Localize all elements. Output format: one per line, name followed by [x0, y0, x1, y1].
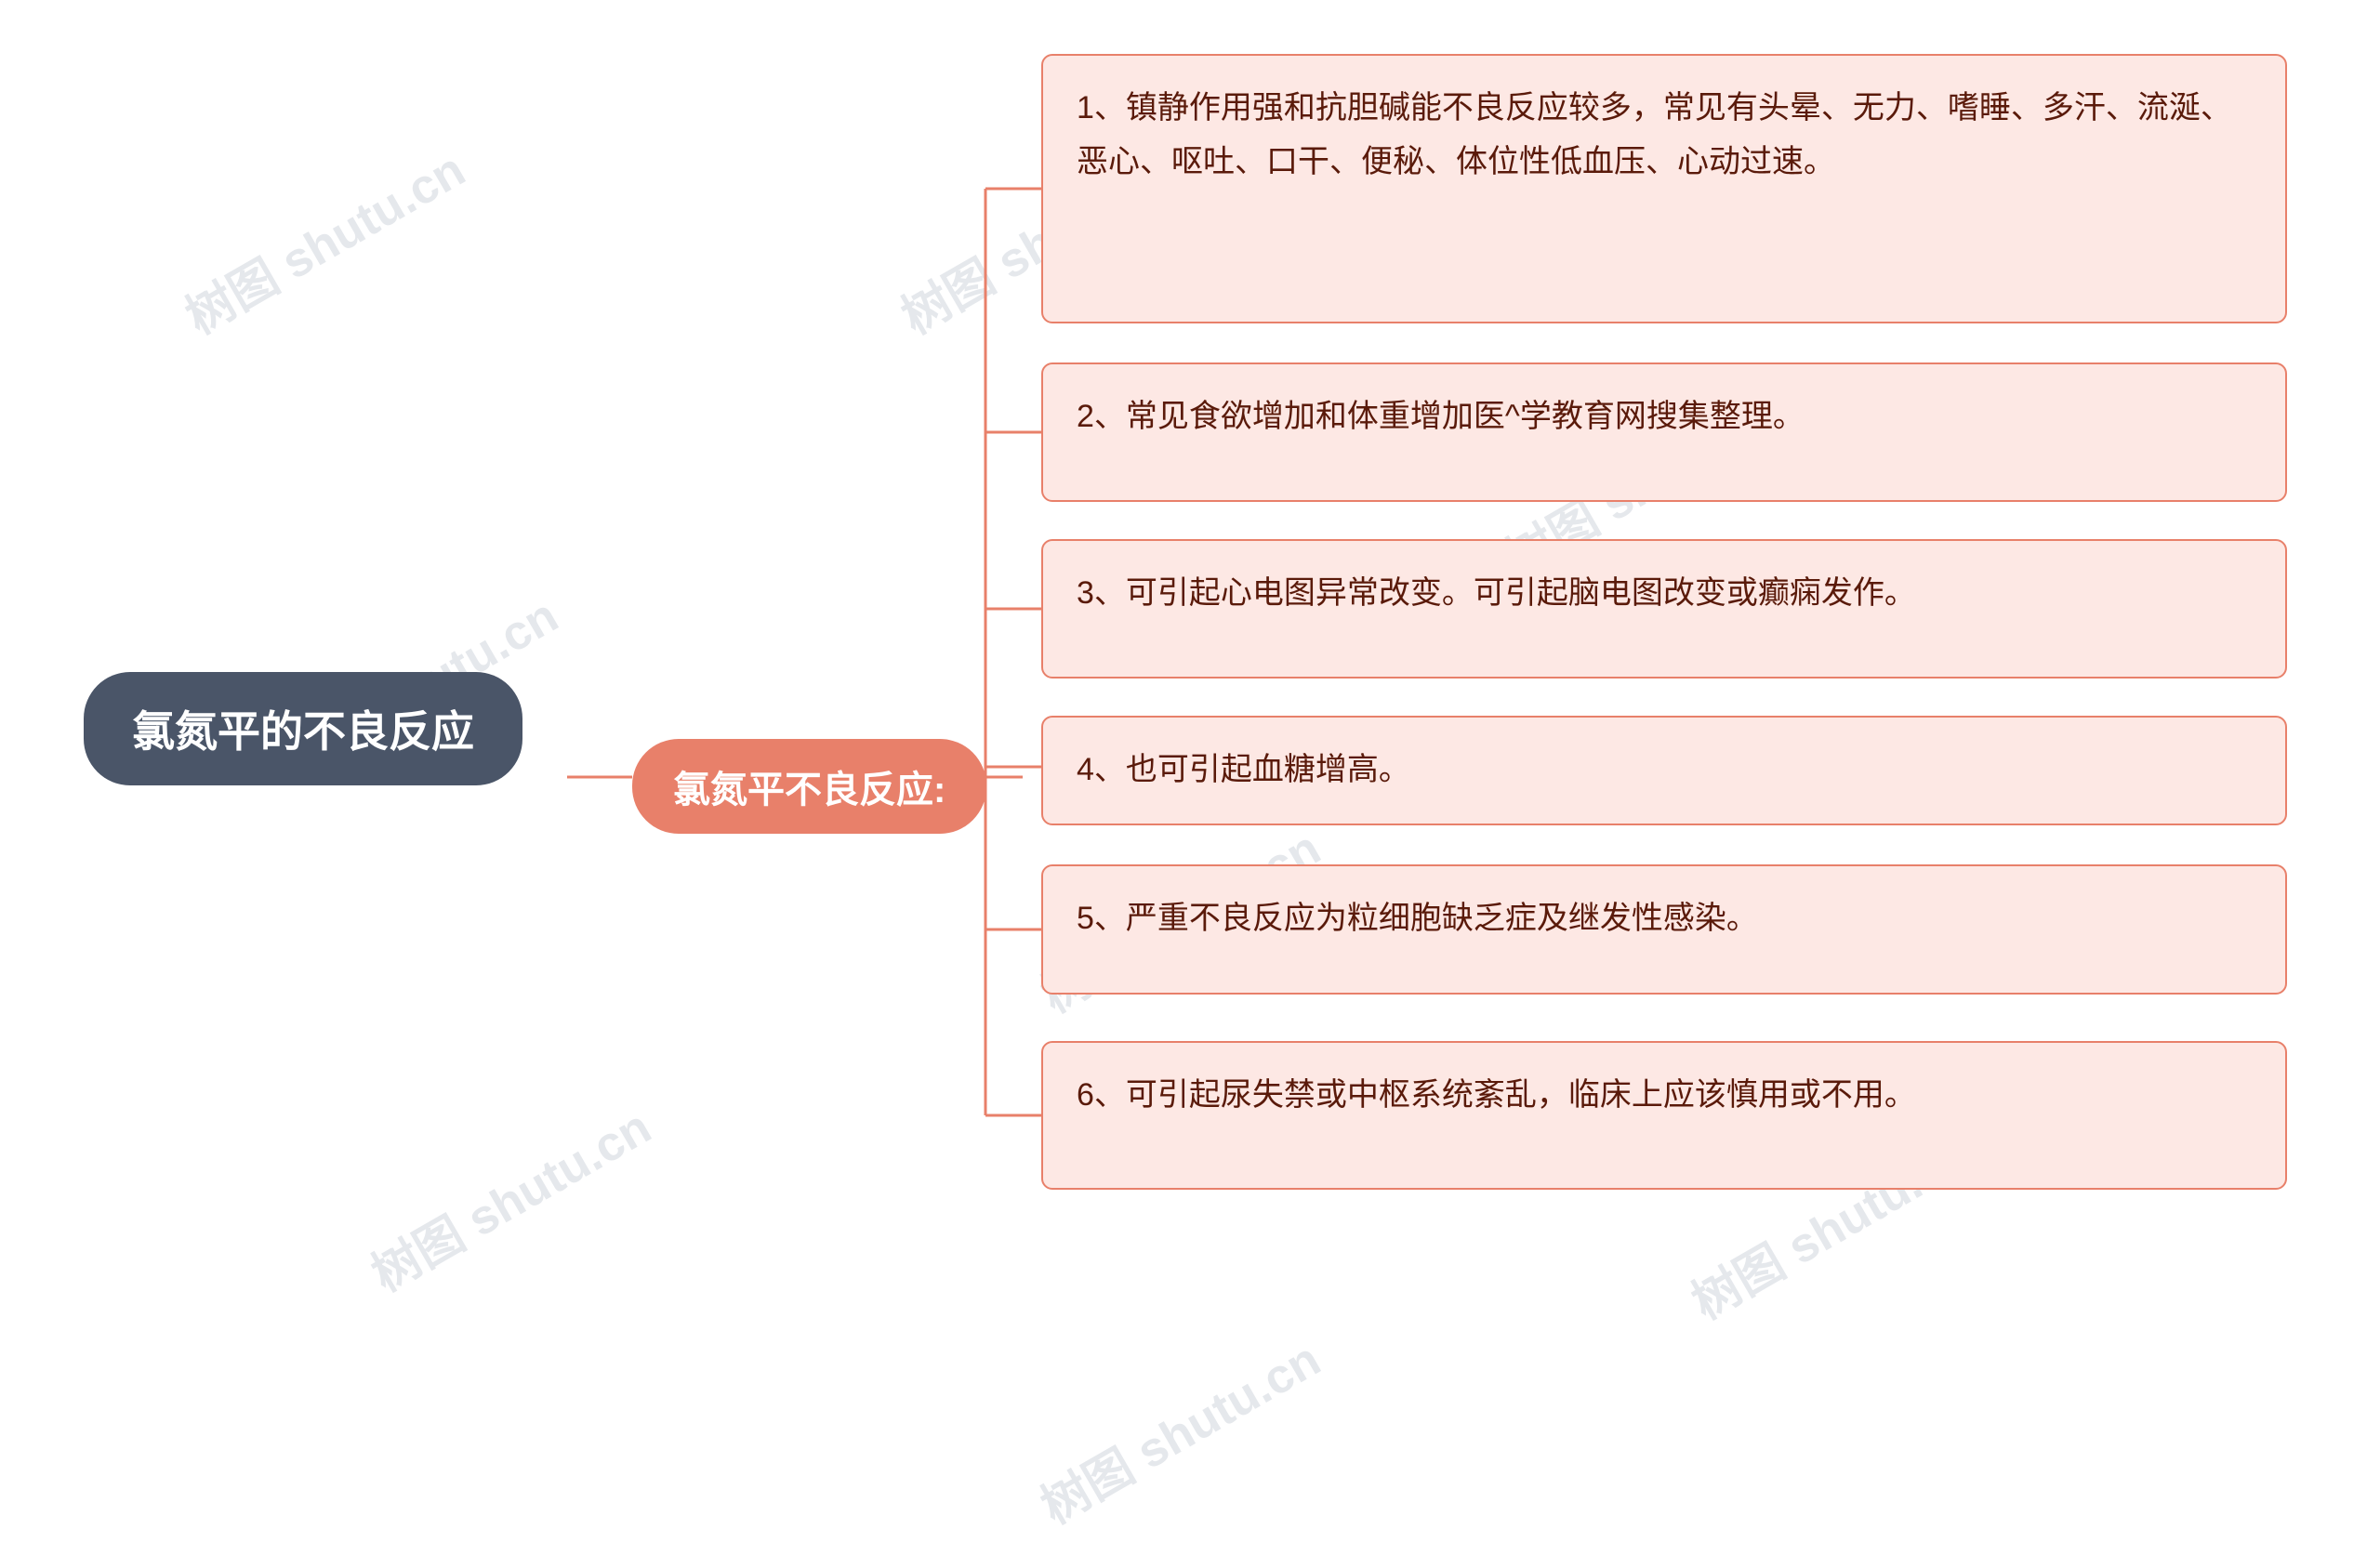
- leaf-5-text: 5、严重不良反应为粒细胞缺乏症及继发性感染。: [1077, 901, 1758, 936]
- root-node: 氯氮平的不良反应: [84, 672, 522, 785]
- mind-map: 树图 shutu.cn 树图 shutu.cn 树图 shutu.cn 树图 s…: [0, 0, 2380, 1555]
- leaf-node-5: 5、严重不良反应为粒细胞缺乏症及继发性感染。: [1041, 864, 2287, 995]
- leaf-node-4: 4、也可引起血糖增高。: [1041, 716, 2287, 825]
- watermark-6: 树图 shutu.cn: [357, 1088, 662, 1305]
- leaf-node-6: 6、可引起尿失禁或中枢系统紊乱，临床上应该慎用或不用。: [1041, 1041, 2287, 1190]
- leaf-2-text: 2、常见食欲增加和体重增加医^学教育网搜集整理。: [1077, 399, 1805, 434]
- watermark-1: 树图 shutu.cn: [171, 131, 476, 348]
- leaf-node-3: 3、可引起心电图异常改变。可引起脑电图改变或癫痫发作。: [1041, 539, 2287, 679]
- second-node-label: 氯氮平不良反应:: [673, 770, 945, 810]
- leaf-6-text: 6、可引起尿失禁或中枢系统紊乱，临床上应该慎用或不用。: [1077, 1077, 1916, 1113]
- leaf-4-text: 4、也可引起血糖增高。: [1077, 752, 1410, 787]
- leaf-node-1: 1、镇静作用强和抗胆碱能不良反应较多，常见有头晕、无力、嗜睡、多汗、流涎、恶心、…: [1041, 54, 2287, 323]
- leaf-1-text: 1、镇静作用强和抗胆碱能不良反应较多，常见有头晕、无力、嗜睡、多汗、流涎、恶心、…: [1077, 90, 2232, 179]
- root-node-label: 氯氮平的不良反应: [132, 707, 474, 756]
- leaf-3-text: 3、可引起心电图异常改变。可引起脑电图改变或癫痫发作。: [1077, 575, 1916, 611]
- watermark-8: 树图 shutu.cn: [1026, 1321, 1331, 1537]
- second-node: 氯氮平不良反应:: [632, 739, 986, 834]
- leaf-node-2: 2、常见食欲增加和体重增加医^学教育网搜集整理。: [1041, 362, 2287, 502]
